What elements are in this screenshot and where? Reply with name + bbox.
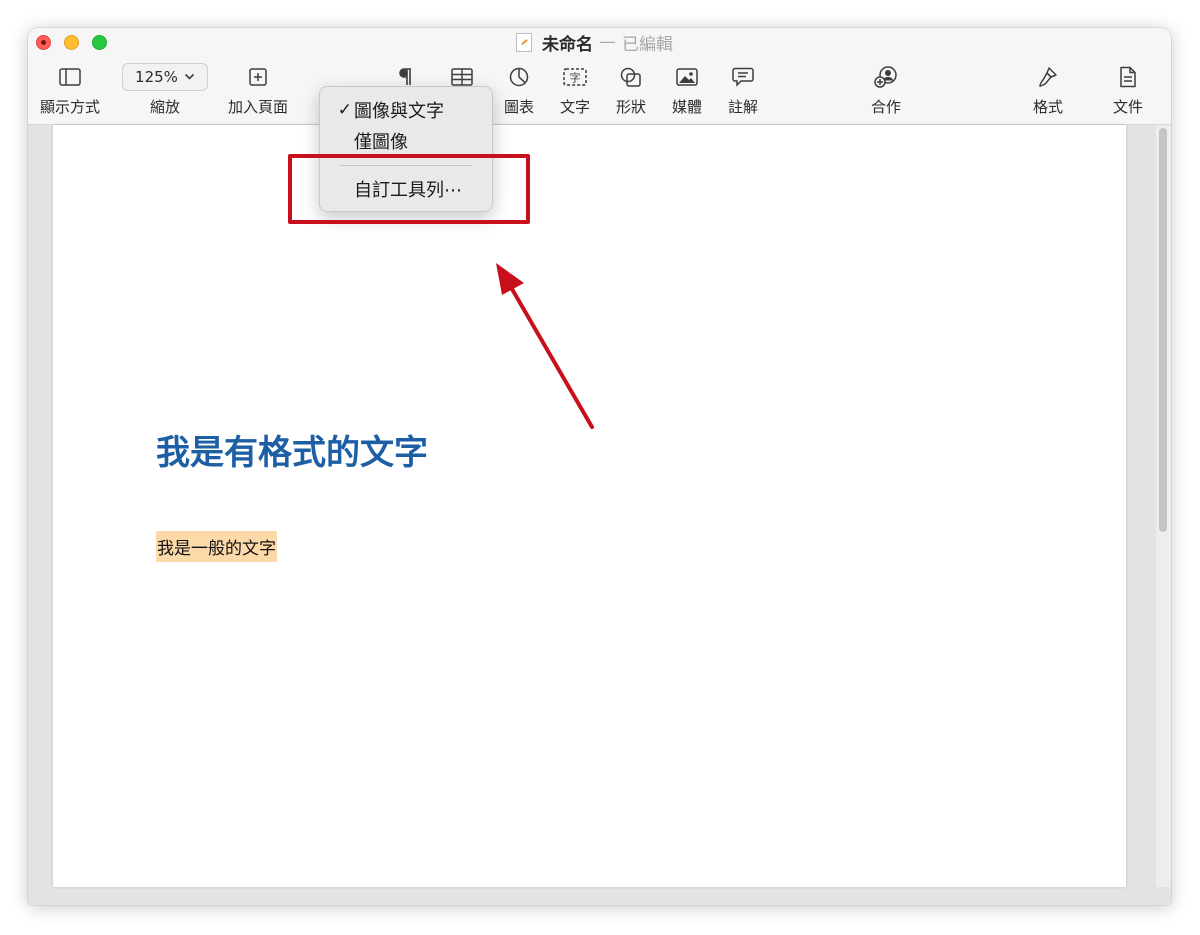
document-state: 已編輯: [622, 34, 673, 55]
title-separator: —: [599, 32, 616, 52]
view-label: 顯示方式: [39, 98, 100, 116]
pages-window: 未命名 — 已編輯 顯示方式 125% 縮放 加入頁面 圖表 字 文字 形狀 媒…: [28, 28, 1171, 905]
document-page[interactable]: 我是有格式的文字 我是一般的文字: [53, 125, 1126, 887]
window-title: 未命名 — 已編輯: [516, 30, 673, 55]
scrollbar-thumb[interactable]: [1159, 128, 1167, 532]
chart-label: 圖表: [503, 98, 534, 116]
plain-text[interactable]: 我是一般的文字: [156, 531, 277, 562]
menu-item-label: 圖像與文字: [354, 101, 444, 122]
annotation-highlight-box: [288, 154, 530, 224]
annotation-arrow-icon: [496, 263, 594, 429]
chevron-down-icon: [184, 73, 195, 80]
close-window-button[interactable]: [36, 35, 51, 50]
document-button[interactable]: 文件: [1088, 64, 1168, 120]
zoom-label: 縮放: [149, 98, 180, 116]
collaborate-button[interactable]: 合作: [846, 64, 926, 120]
document-canvas[interactable]: 我是有格式的文字 我是一般的文字: [28, 125, 1171, 905]
comment-button[interactable]: 註解: [703, 64, 783, 120]
pie-chart-icon: [509, 64, 529, 90]
document-icon-toolbar: [1119, 64, 1137, 90]
vertical-scrollbar[interactable]: [1156, 125, 1171, 887]
view-button[interactable]: 顯示方式: [30, 64, 110, 120]
format-button[interactable]: 格式: [1008, 64, 1088, 120]
shape-label: 形狀: [615, 98, 646, 116]
sidebar-icon: [59, 64, 81, 90]
menu-item-icon-only[interactable]: 僅圖像: [320, 127, 492, 155]
text-box-icon: 字: [563, 64, 587, 90]
add-page-label: 加入頁面: [227, 98, 288, 116]
zoom-popup[interactable]: 125%: [122, 63, 208, 91]
svg-text:字: 字: [570, 71, 581, 85]
paintbrush-icon: [1038, 64, 1058, 90]
zoom-control[interactable]: 125% 縮放: [122, 63, 208, 120]
comment-icon: [732, 64, 754, 90]
document-icon: [516, 32, 532, 52]
document-name: 未命名: [542, 34, 593, 55]
zoom-window-button[interactable]: [92, 35, 107, 50]
formatted-heading[interactable]: 我是有格式的文字: [156, 425, 428, 474]
minimize-window-button[interactable]: [64, 35, 79, 50]
media-label: 媒體: [671, 98, 702, 116]
document-label: 文件: [1112, 98, 1143, 116]
collaborate-icon: [874, 64, 898, 90]
photo-icon: [676, 64, 698, 90]
format-label: 格式: [1032, 98, 1063, 116]
shapes-icon: [620, 64, 642, 90]
collaborate-label: 合作: [870, 98, 901, 116]
toolbar: 未命名 — 已編輯 顯示方式 125% 縮放 加入頁面 圖表 字 文字 形狀 媒…: [28, 28, 1171, 125]
menu-item-icon-and-text[interactable]: ✓ 圖像與文字: [320, 96, 492, 124]
zoom-value: 125%: [135, 68, 178, 86]
add-page-button[interactable]: 加入頁面: [218, 64, 298, 120]
zoom-box-wrap: 125%: [122, 63, 208, 91]
comment-label: 註解: [727, 98, 758, 116]
menu-item-label: 僅圖像: [354, 132, 408, 153]
add-page-icon: [249, 64, 267, 90]
checkmark-icon: ✓: [337, 100, 352, 120]
text-label: 文字: [559, 98, 590, 116]
